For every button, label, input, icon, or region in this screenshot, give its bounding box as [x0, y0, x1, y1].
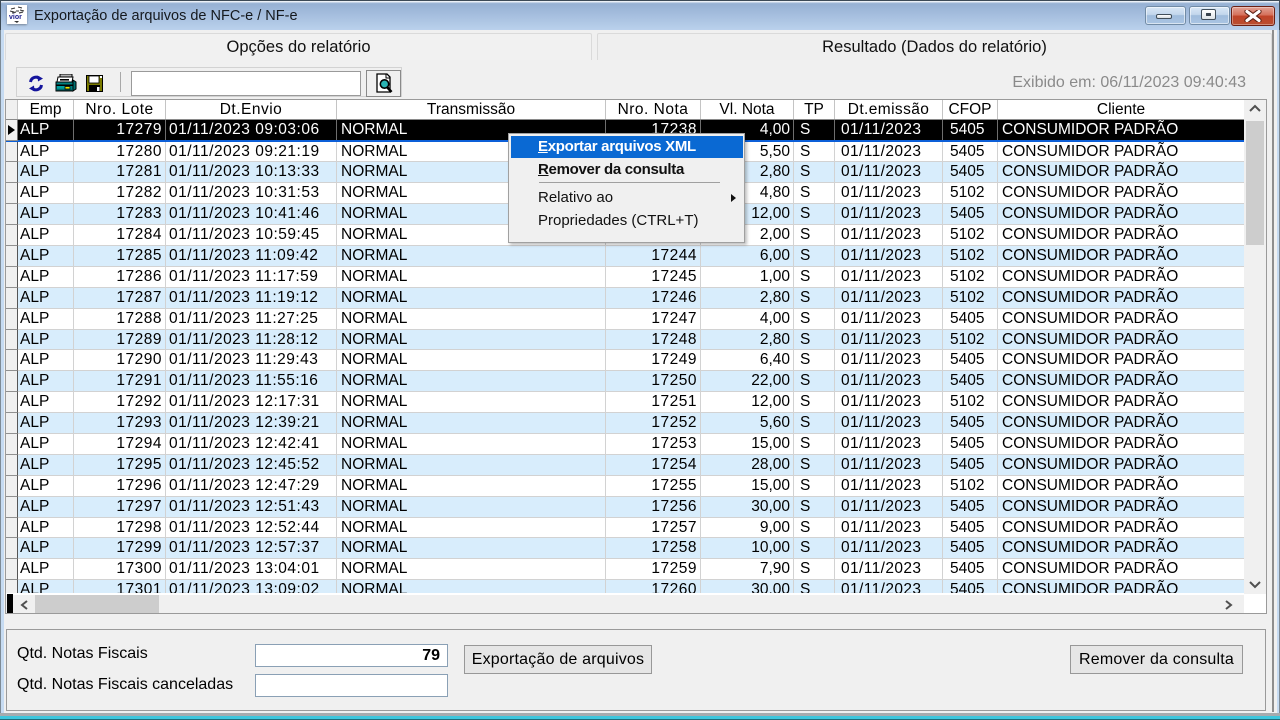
svg-text:vior: vior — [9, 14, 22, 21]
